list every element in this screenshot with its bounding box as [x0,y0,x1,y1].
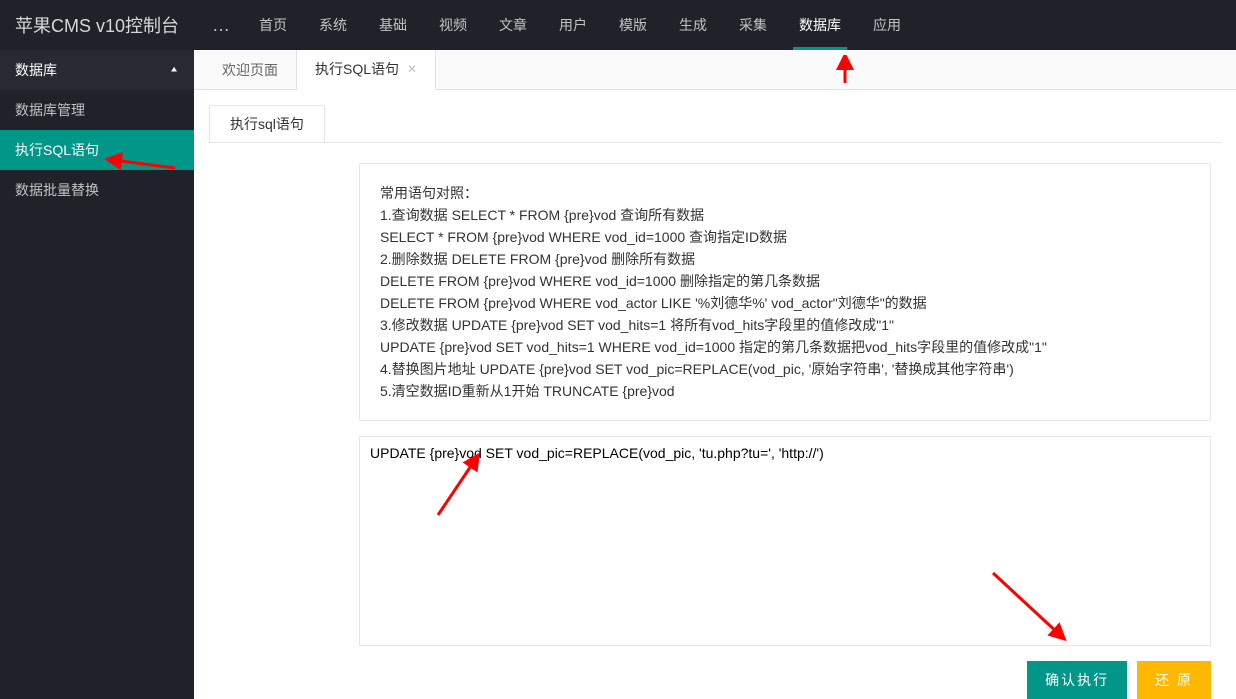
sql-help-panel: 常用语句对照：1.查询数据 SELECT * FROM {pre}vod 查询所… [359,163,1211,421]
top-menu: 首页系统基础视频文章用户模版生成采集数据库应用 [243,0,917,50]
top-menu-item[interactable]: 用户 [543,0,603,50]
sidebar-group-label: 数据库 [15,50,57,90]
top-menu-item[interactable]: 生成 [663,0,723,50]
tab-strip: 欢迎页面 执行SQL语句 ✕ [194,50,1236,90]
reset-button[interactable]: 还 原 [1137,661,1211,699]
top-menu-item[interactable]: 文章 [483,0,543,50]
work-area: 欢迎页面 执行SQL语句 ✕ 执行sql语句 常用语句对照：1.查询数据 SELEC… [194,50,1236,699]
help-line: 常用语句对照： [380,182,1190,204]
help-line: 1.查询数据 SELECT * FROM {pre}vod 查询所有数据 [380,204,1190,226]
sidebar-item[interactable]: 数据批量替换 [0,170,194,210]
sidebar: 数据库 ▲ 数据库管理执行SQL语句数据批量替换 [0,50,194,699]
sql-editor-area [359,436,1211,649]
help-line: 3.修改数据 UPDATE {pre}vod SET vod_hits=1 将所… [380,314,1190,336]
help-line: 5.清空数据ID重新从1开始 TRUNCATE {pre}vod [380,380,1190,402]
more-icon[interactable]: … [200,15,243,36]
tab-label: 欢迎页面 [222,60,278,80]
help-line: 4.替换图片地址 UPDATE {pre}vod SET vod_pic=REP… [380,358,1190,380]
top-menu-item[interactable]: 系统 [303,0,363,50]
brand-title: 苹果CMS v10控制台 [0,0,200,50]
tab[interactable]: 执行SQL语句 ✕ [297,50,436,90]
close-icon[interactable]: ✕ [407,62,417,76]
top-menu-item[interactable]: 首页 [243,0,303,50]
help-line: SELECT * FROM {pre}vod WHERE vod_id=1000… [380,226,1190,248]
help-line: DELETE FROM {pre}vod WHERE vod_actor LIK… [380,292,1190,314]
top-menu-item[interactable]: 视频 [423,0,483,50]
help-line: 2.删除数据 DELETE FROM {pre}vod 删除所有数据 [380,248,1190,270]
confirm-execute-button[interactable]: 确认执行 [1027,661,1127,699]
top-menu-item[interactable]: 数据库 [783,0,857,50]
top-menu-item[interactable]: 应用 [857,0,917,50]
inner-tabs: 执行sql语句 [209,105,1221,143]
help-line: UPDATE {pre}vod SET vod_hits=1 WHERE vod… [380,336,1190,358]
tab[interactable]: 欢迎页面 [204,50,297,89]
top-menu-item[interactable]: 基础 [363,0,423,50]
sidebar-item[interactable]: 数据库管理 [0,90,194,130]
help-line: DELETE FROM {pre}vod WHERE vod_id=1000 删… [380,270,1190,292]
button-row: 确认执行 还 原 [209,661,1211,699]
sidebar-group[interactable]: 数据库 ▲ [0,50,194,90]
sidebar-item[interactable]: 执行SQL语句 [0,130,194,170]
top-menu-item[interactable]: 采集 [723,0,783,50]
top-menu-item[interactable]: 模版 [603,0,663,50]
page-body: 执行sql语句 常用语句对照：1.查询数据 SELECT * FROM {pre… [194,90,1236,699]
chevron-up-icon: ▲ [169,54,179,86]
sql-input[interactable] [359,436,1211,646]
inner-tab-sql[interactable]: 执行sql语句 [209,105,325,143]
tab-label: 执行SQL语句 [315,59,399,79]
sidebar-items: 数据库管理执行SQL语句数据批量替换 [0,90,194,210]
top-bar: 苹果CMS v10控制台 … 首页系统基础视频文章用户模版生成采集数据库应用 [0,0,1236,50]
